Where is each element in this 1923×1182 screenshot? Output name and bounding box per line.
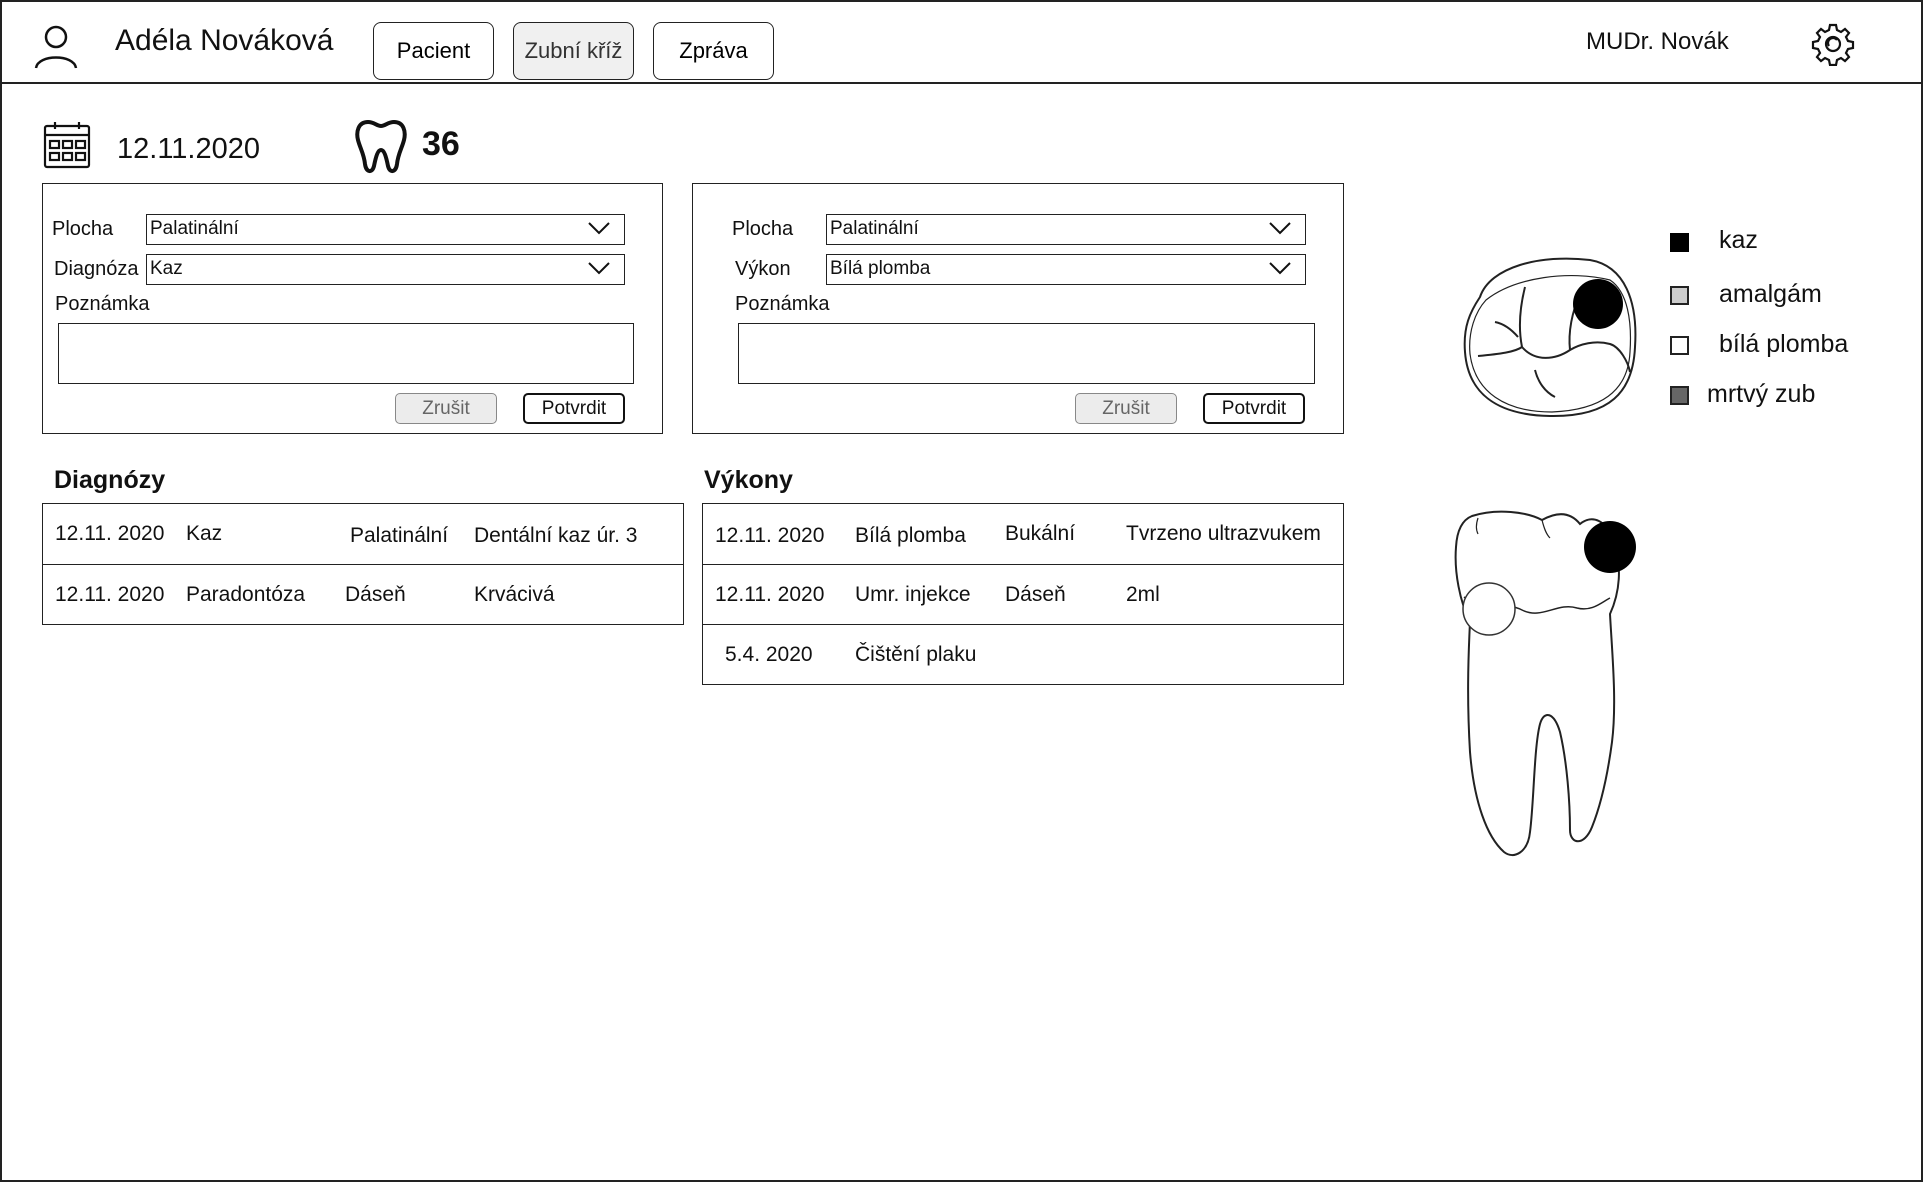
procedures-title: Výkony [704, 466, 793, 494]
tooth-icon [354, 118, 408, 176]
caries-marker [1573, 279, 1623, 329]
visit-date: 12.11.2020 [117, 133, 260, 165]
tooth-occlusal-view[interactable] [1460, 252, 1640, 422]
row-surface: Dáseň [1005, 583, 1066, 606]
procedure-select[interactable]: Bílá plomba [826, 254, 1306, 285]
procedures-table: 12.11. 2020 Bílá plomba Bukální Tvrzeno … [702, 503, 1344, 685]
white-filling-marker [1462, 582, 1516, 636]
legend-swatch-amalgam [1670, 286, 1689, 305]
surface-select-value: Palatinální [830, 218, 919, 239]
cancel-button[interactable]: Zrušit [1075, 393, 1177, 424]
row-detail: Krvácivá [474, 583, 555, 606]
table-row[interactable]: 12.11. 2020 Paradontóza Dáseň Krvácivá [43, 564, 683, 624]
diagnosis-select[interactable]: Kaz [146, 254, 625, 285]
row-name: Bílá plomba [855, 524, 966, 547]
diagnosis-label: Diagnóza [54, 258, 139, 280]
chevron-down-icon [588, 222, 610, 235]
row-surface: Dáseň [345, 583, 406, 606]
diagnosis-form: Plocha Palatinální Diagnóza Kaz Poznámka… [42, 183, 663, 434]
legend-swatch-white-filling [1670, 336, 1689, 355]
confirm-button[interactable]: Potvrdit [523, 393, 625, 424]
surface-select-value: Palatinální [150, 218, 239, 239]
app-window: Adéla Nováková Pacient Zubní kříž Zpráva… [0, 0, 1923, 1182]
diagnoses-table: 12.11. 2020 Kaz Palatinální Dentální kaz… [42, 503, 684, 625]
cancel-button[interactable]: Zrušit [395, 393, 497, 424]
legend: kaz amalgám bílá plomba mrtvý zub [1662, 222, 1912, 422]
header-divider [2, 82, 1921, 84]
row-date: 12.11. 2020 [55, 522, 165, 545]
calendar-icon [42, 120, 92, 170]
confirm-button[interactable]: Potvrdit [1203, 393, 1305, 424]
diagnoses-title: Diagnózy [54, 466, 166, 494]
row-surface: Palatinální [350, 524, 449, 547]
surface-label: Plocha [52, 218, 114, 240]
surface-select[interactable]: Palatinální [826, 214, 1306, 245]
note-label: Poznámka [55, 293, 150, 315]
diagnosis-select-value: Kaz [150, 258, 183, 279]
tooth-number: 36 [422, 125, 460, 163]
row-date: 5.4. 2020 [725, 643, 813, 666]
note-label: Poznámka [735, 293, 830, 315]
row-detail: Tvrzeno ultrazvukem [1126, 522, 1321, 545]
note-input[interactable] [738, 323, 1315, 384]
surface-select[interactable]: Palatinální [146, 214, 625, 245]
row-name: Paradontóza [186, 583, 306, 606]
legend-label: mrtvý zub [1707, 380, 1816, 408]
tab-zubni-kriz[interactable]: Zubní kříž [513, 22, 634, 80]
procedure-form: Plocha Palatinální Výkon Bílá plomba Poz… [692, 183, 1344, 434]
chevron-down-icon [1269, 222, 1291, 235]
row-detail: Dentální kaz úr. 3 [474, 524, 638, 547]
legend-swatch-caries [1670, 233, 1689, 252]
table-row[interactable]: 5.4. 2020 Čištění plaku [703, 624, 1343, 684]
surface-label: Plocha [732, 218, 794, 240]
row-name: Čištění plaku [855, 643, 977, 666]
table-row[interactable]: 12.11. 2020 Bílá plomba Bukální Tvrzeno … [703, 504, 1343, 564]
procedure-select-value: Bílá plomba [830, 258, 931, 279]
patient-name: Adéla Nováková [115, 24, 334, 57]
row-name: Kaz [186, 522, 223, 545]
table-row[interactable]: 12.11. 2020 Umr. injekce Dáseň 2ml [703, 564, 1343, 624]
tab-pacient[interactable]: Pacient [373, 22, 494, 80]
row-date: 12.11. 2020 [715, 524, 825, 547]
doctor-name: MUDr. Novák [1586, 28, 1729, 55]
row-detail: 2ml [1126, 583, 1160, 606]
tooth-side-view[interactable] [1442, 502, 1642, 862]
legend-label: amalgám [1719, 280, 1822, 308]
caries-marker [1584, 521, 1636, 573]
legend-swatch-dead-tooth [1670, 386, 1689, 405]
row-date: 12.11. 2020 [715, 583, 825, 606]
gear-icon[interactable] [1811, 22, 1855, 67]
tab-zprava[interactable]: Zpráva [653, 22, 774, 80]
legend-label: bílá plomba [1719, 330, 1849, 358]
row-surface: Bukální [1005, 522, 1076, 545]
procedure-label: Výkon [735, 258, 791, 280]
note-input[interactable] [58, 323, 634, 384]
row-name: Umr. injekce [855, 583, 971, 606]
legend-label: kaz [1719, 226, 1758, 254]
table-row[interactable]: 12.11. 2020 Kaz Palatinální Dentální kaz… [43, 504, 683, 564]
chevron-down-icon [1269, 262, 1291, 275]
user-icon [34, 24, 78, 70]
row-date: 12.11. 2020 [55, 583, 165, 606]
chevron-down-icon [588, 262, 610, 275]
